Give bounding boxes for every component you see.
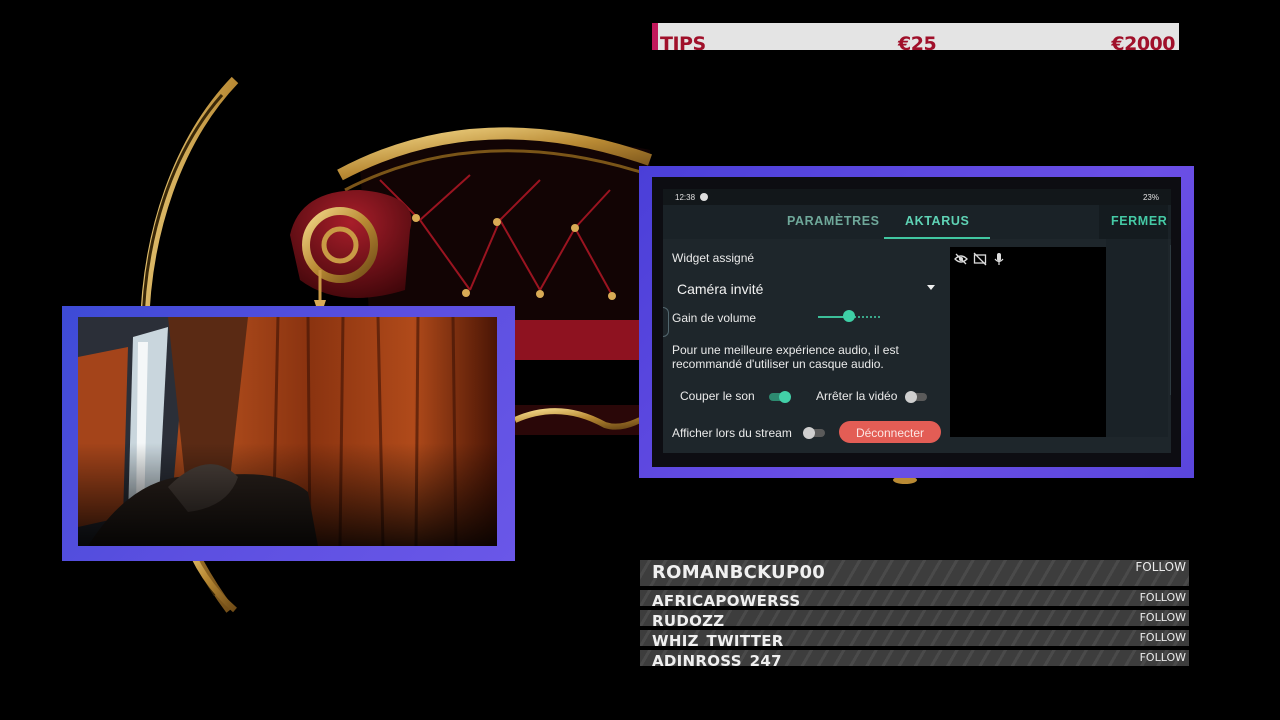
stop-video-label: Arrêter la vidéo	[816, 389, 898, 403]
tips-label: TIPS	[660, 33, 706, 50]
follow-label: FOLLOW	[1139, 631, 1186, 644]
dropdown-caret-icon	[927, 285, 935, 290]
disconnect-button[interactable]: Déconnecter	[839, 421, 941, 443]
follow-label: FOLLOW	[1135, 560, 1186, 574]
status-time: 12:38	[675, 193, 696, 202]
follower-row: ROMANBCKUP00 FOLLOW	[640, 560, 1189, 586]
phone-bezel: 12:38 23% PARAMÈTRES AKTARUS FERMER Widg…	[652, 177, 1181, 467]
tab-parametres[interactable]: PARAMÈTRES	[787, 214, 880, 228]
follow-label: FOLLOW	[1139, 591, 1186, 604]
eye-off-icon[interactable]	[954, 252, 968, 266]
mute-toggle[interactable]	[769, 391, 791, 403]
volume-gain-label: Gain de volume	[672, 311, 757, 325]
widget-assigned-label: Widget assigné	[672, 251, 755, 265]
scrollbar[interactable]	[1170, 245, 1171, 395]
tab-aktarus[interactable]: AKTARUS	[905, 214, 969, 228]
follower-name: ADINROSS_247	[652, 652, 782, 666]
notification-icon	[700, 193, 708, 201]
guest-camera-feed	[78, 317, 497, 546]
show-in-stream-label: Afficher lors du stream	[672, 426, 792, 440]
video-preview	[950, 247, 1106, 437]
microphone-icon[interactable]	[992, 252, 1006, 266]
show-in-stream-toggle[interactable]	[803, 427, 825, 439]
camera-image	[78, 317, 497, 546]
tips-goal-amount: €2000	[1111, 33, 1175, 50]
follower-row: ADINROSS_247 FOLLOW	[640, 650, 1189, 666]
stop-video-toggle[interactable]	[905, 391, 927, 403]
follow-label: FOLLOW	[1139, 651, 1186, 664]
widget-select-value: Caméra invité	[677, 281, 764, 297]
status-bar: 12:38 23%	[663, 189, 1171, 205]
settings-panel-frame: 12:38 23% PARAMÈTRES AKTARUS FERMER Widg…	[639, 166, 1194, 478]
phone-screen: 12:38 23% PARAMÈTRES AKTARUS FERMER Widg…	[663, 189, 1171, 453]
recent-followers-list: ROMANBCKUP00 FOLLOW AFRICAPOWERSS FOLLOW…	[640, 560, 1189, 670]
mute-label: Couper le son	[680, 389, 755, 403]
follower-row: RUDOZZ FOLLOW	[640, 610, 1189, 626]
follower-row: AFRICAPOWERSS FOLLOW	[640, 590, 1189, 606]
tab-bar: PARAMÈTRES AKTARUS FERMER	[663, 205, 1171, 239]
side-handle[interactable]	[663, 307, 669, 337]
tips-goal-bar: TIPS €25 €2000	[652, 23, 1179, 50]
follower-name: RUDOZZ	[652, 612, 725, 626]
battery-indicator: 23%	[1142, 193, 1159, 202]
close-button[interactable]: FERMER	[1099, 205, 1168, 239]
right-gutter	[1106, 239, 1168, 437]
widget-select[interactable]: Caméra invité	[672, 273, 938, 301]
follower-name: ROMANBCKUP00	[652, 562, 826, 583]
follower-name: WHIZ_TWITTER	[652, 632, 784, 646]
camera-off-icon[interactable]	[973, 252, 987, 266]
audio-advice-text: Pour une meilleure expérience audio, il …	[672, 343, 899, 371]
active-tab-indicator	[884, 237, 990, 239]
follower-row: WHIZ_TWITTER FOLLOW	[640, 630, 1189, 646]
follow-label: FOLLOW	[1139, 611, 1186, 624]
tips-current-amount: €25	[898, 33, 937, 50]
guest-camera-frame	[62, 306, 515, 561]
volume-slider-thumb[interactable]	[843, 310, 855, 322]
follower-name: AFRICAPOWERSS	[652, 592, 801, 606]
